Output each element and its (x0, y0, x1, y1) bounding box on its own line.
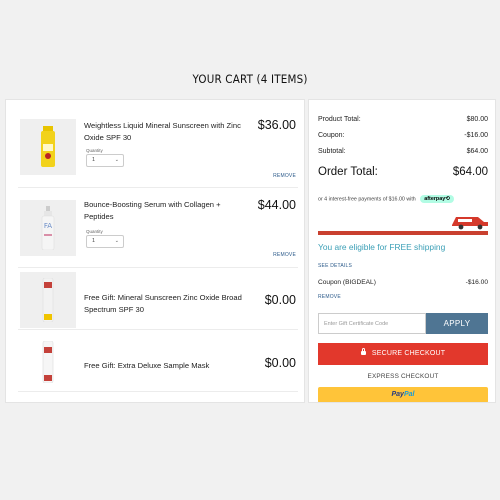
item-price: $0.00 (264, 293, 296, 307)
see-details-link[interactable]: SEE DETAILS (318, 263, 352, 269)
express-checkout-heading: EXPRESS CHECKOUT (367, 373, 439, 380)
product-total-value: $80.00 (466, 116, 488, 123)
cart-item: Free Gift: Mineral Sunscreen Zinc Oxide … (18, 268, 298, 330)
applied-coupon-value: -$16.00 (465, 279, 488, 286)
cart-item: FA Bounce-Boosting Serum with Collagen +… (18, 188, 298, 268)
apply-button[interactable]: APPLY (426, 313, 488, 334)
remove-coupon-link[interactable]: REMOVE (318, 294, 341, 300)
order-summary-panel: Product Total: $80.00 Coupon: -$16.00 Su… (308, 99, 496, 403)
product-image[interactable] (20, 119, 76, 175)
quantity-select[interactable]: 1 ⌄ (86, 235, 124, 248)
page-title: YOUR CART (4 ITEMS) (192, 72, 308, 86)
item-price: $36.00 (257, 118, 296, 132)
applied-coupon-row: Coupon (BIGDEAL) -$16.00 (318, 279, 488, 286)
paypal-logo-pal: Pal (403, 391, 415, 398)
quantity-value: 1 (92, 157, 96, 163)
subtotal-label: Subtotal: (318, 148, 346, 155)
product-image[interactable] (20, 334, 76, 390)
coupon-label: Coupon: (318, 132, 345, 139)
gift-certificate-input[interactable]: Enter Gift Certificate Code (318, 313, 426, 334)
secure-checkout-label: SECURE CHECKOUT (371, 350, 446, 357)
product-total-label: Product Total: (318, 116, 361, 123)
quantity-label: Quantity (86, 148, 103, 153)
quantity-select[interactable]: 1 ⌄ (86, 154, 124, 167)
lock-icon (360, 348, 366, 356)
subtotal-row: Subtotal: $64.00 (318, 148, 488, 155)
order-total-row: Order Total: $64.00 (318, 166, 488, 178)
order-total-label: Order Total: (318, 166, 378, 178)
order-total-value: $64.00 (452, 166, 488, 178)
product-image[interactable] (20, 272, 76, 328)
item-name[interactable]: Bounce-Boosting Serum with Collagen + Pe… (84, 199, 244, 222)
remove-link[interactable]: REMOVE (273, 252, 296, 258)
product-total-row: Product Total: $80.00 (318, 116, 488, 123)
paypal-logo-pay: Pay (391, 391, 404, 398)
paypal-button[interactable]: PayPal (318, 387, 488, 402)
item-name[interactable]: Free Gift: Mineral Sunscreen Zinc Oxide … (84, 292, 254, 315)
subtotal-value: $64.00 (466, 148, 488, 155)
cart-items-panel: Weightless Liquid Mineral Sunscreen with… (5, 99, 305, 403)
cart-item: Free Gift: Extra Deluxe Sample Mask $0.0… (18, 330, 298, 392)
item-name[interactable]: Free Gift: Extra Deluxe Sample Mask (84, 360, 254, 372)
item-price: $44.00 (257, 198, 296, 212)
product-image[interactable]: FA (20, 200, 76, 256)
coupon-row: Coupon: -$16.00 (318, 132, 488, 139)
cart-item: Weightless Liquid Mineral Sunscreen with… (18, 108, 298, 188)
chevron-down-icon: ⌄ (114, 157, 119, 163)
svg-text:FA: FA (44, 222, 52, 230)
applied-coupon-label: Coupon (BIGDEAL) (318, 279, 376, 286)
quantity-label: Quantity (86, 229, 103, 234)
item-name[interactable]: Weightless Liquid Mineral Sunscreen with… (84, 120, 244, 143)
afterpay-text: or 4 interest-free payments of $16.00 wi… (318, 196, 416, 203)
afterpay-message: or 4 interest-free payments of $16.00 wi… (318, 195, 454, 203)
secure-checkout-button[interactable]: SECURE CHECKOUT (318, 343, 488, 365)
item-price: $0.00 (264, 356, 296, 370)
remove-link[interactable]: REMOVE (273, 173, 296, 179)
afterpay-logo[interactable]: afterpay⟲ (420, 195, 454, 203)
free-shipping-progress-bar (318, 231, 488, 235)
free-shipping-message: You are eligible for FREE shipping (318, 242, 446, 252)
chevron-down-icon: ⌄ (114, 238, 119, 244)
coupon-value: -$16.00 (464, 132, 488, 139)
quantity-value: 1 (92, 238, 96, 244)
